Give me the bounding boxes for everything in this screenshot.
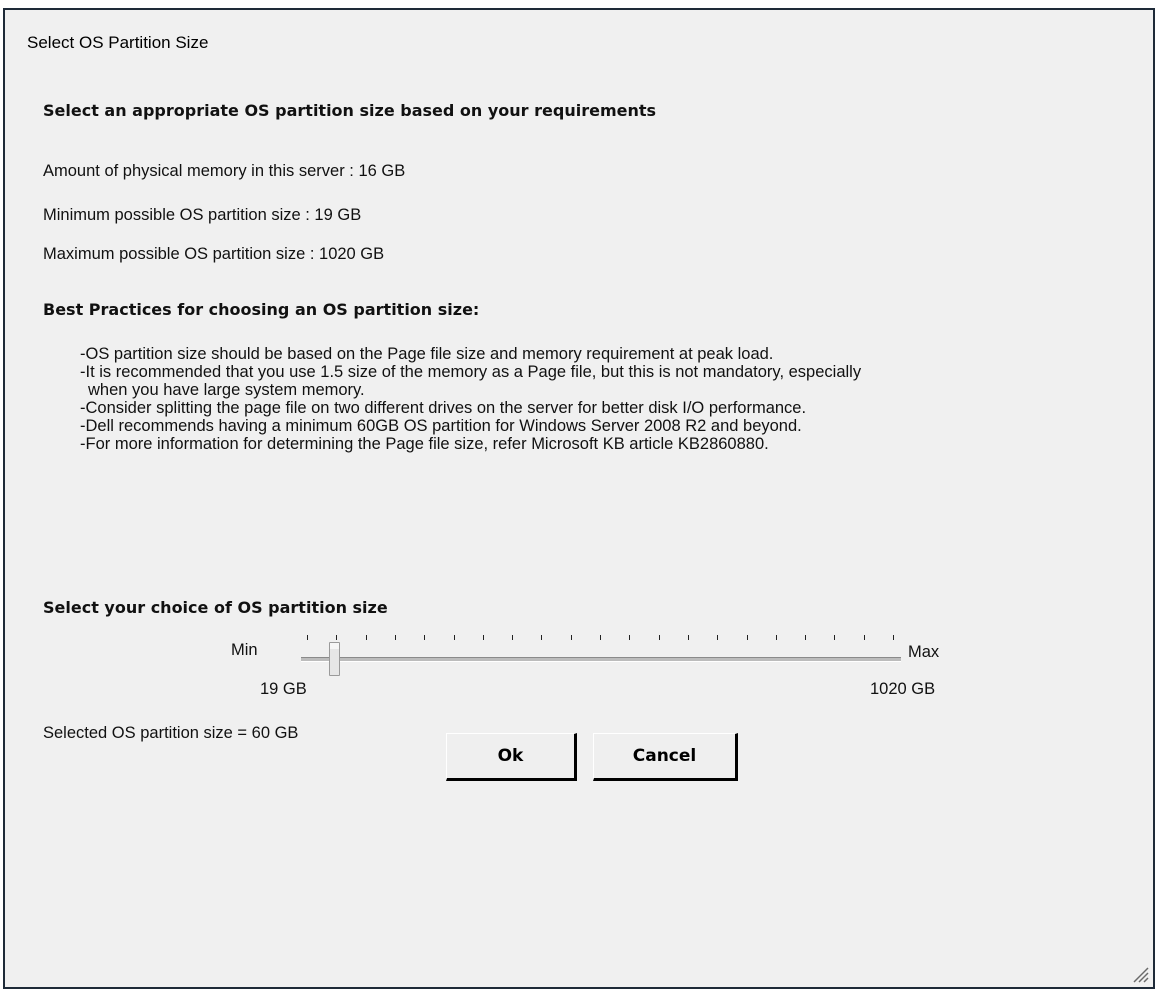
cancel-button[interactable]: Cancel bbox=[593, 733, 738, 781]
slider-tick bbox=[424, 635, 426, 640]
slider-tick bbox=[629, 635, 631, 640]
slider-tick bbox=[658, 635, 660, 640]
slider-tick bbox=[512, 635, 514, 640]
best-practices-list: -OS partition size should be based on th… bbox=[80, 345, 861, 453]
partition-size-slider[interactable] bbox=[301, 657, 901, 662]
slider-max-label: Max bbox=[908, 643, 940, 661]
best-practice-item: -For more information for determining th… bbox=[80, 435, 769, 453]
slider-tick bbox=[365, 635, 367, 640]
slider-max-value: 1020 GB bbox=[870, 680, 936, 698]
slider-tick bbox=[600, 635, 601, 640]
choice-heading: Select your choice of OS partition size bbox=[43, 598, 388, 617]
slider-tick bbox=[863, 635, 865, 640]
slider-tick bbox=[482, 635, 484, 640]
slider-min-label: Min bbox=[231, 641, 258, 659]
slider-tick bbox=[746, 635, 748, 640]
min-size-info: Minimum possible OS partition size : 19 … bbox=[43, 206, 362, 224]
best-practices-heading: Best Practices for choosing an OS partit… bbox=[43, 300, 480, 319]
slider-tick bbox=[775, 635, 777, 640]
slider-tick bbox=[717, 635, 719, 640]
slider-thumb[interactable] bbox=[329, 642, 340, 676]
dialog-title: Select OS Partition Size bbox=[27, 33, 209, 52]
best-practice-item: -OS partition size should be based on th… bbox=[80, 345, 774, 363]
selected-size-text: Selected OS partition size = 60 GB bbox=[43, 724, 299, 742]
slider-tick bbox=[893, 635, 894, 640]
best-practice-item: when you have large system memory. bbox=[88, 381, 365, 399]
best-practice-item: -It is recommended that you use 1.5 size… bbox=[80, 363, 862, 381]
slider-tick bbox=[570, 635, 572, 640]
slider-tick bbox=[541, 635, 543, 640]
slider-min-value: 19 GB bbox=[260, 680, 307, 698]
max-size-info: Maximum possible OS partition size : 102… bbox=[43, 245, 385, 263]
slider-tick bbox=[394, 635, 396, 640]
main-heading: Select an appropriate OS partition size … bbox=[43, 101, 657, 120]
ok-button[interactable]: Ok bbox=[446, 733, 577, 781]
partition-size-dialog: Select OS Partition Size Select an appro… bbox=[3, 8, 1155, 989]
resize-grip-icon[interactable] bbox=[1129, 963, 1149, 983]
best-practice-item: -Consider splitting the page file on two… bbox=[80, 399, 807, 417]
slider-tick bbox=[336, 635, 338, 640]
memory-info: Amount of physical memory in this server… bbox=[43, 162, 406, 180]
slider-tick bbox=[805, 635, 807, 640]
slider-tick bbox=[834, 635, 836, 640]
slider-tick bbox=[307, 635, 308, 640]
slider-tick bbox=[453, 635, 455, 640]
slider-tick bbox=[687, 635, 689, 640]
best-practice-item: -Dell recommends having a minimum 60GB O… bbox=[80, 417, 802, 435]
